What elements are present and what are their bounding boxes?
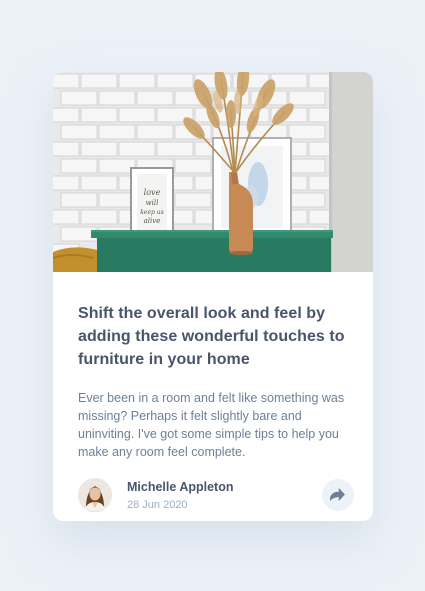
article-title: Shift the overall look and feel by addin… [78, 305, 345, 368]
article-body: Shift the overall look and feel by addin… [78, 302, 354, 461]
article-footer: Michelle Appleton 28 Jun 2020 [78, 478, 354, 512]
author-avatar [78, 478, 112, 512]
svg-text:will: will [146, 199, 159, 207]
svg-text:alive: alive [144, 217, 161, 225]
article-description: Ever been in a room and felt like someth… [78, 391, 345, 459]
share-arrow-icon [330, 488, 345, 501]
publish-date: 28 Jun 2020 [127, 499, 188, 511]
svg-text:love: love [144, 188, 161, 197]
article-preview-card: love will keep us alive Shift the overal… [53, 72, 373, 521]
author-name: Michelle Appleton [127, 480, 234, 494]
article-image: love will keep us alive [53, 72, 373, 272]
svg-text:keep us: keep us [140, 209, 163, 216]
share-button[interactable] [322, 479, 354, 511]
